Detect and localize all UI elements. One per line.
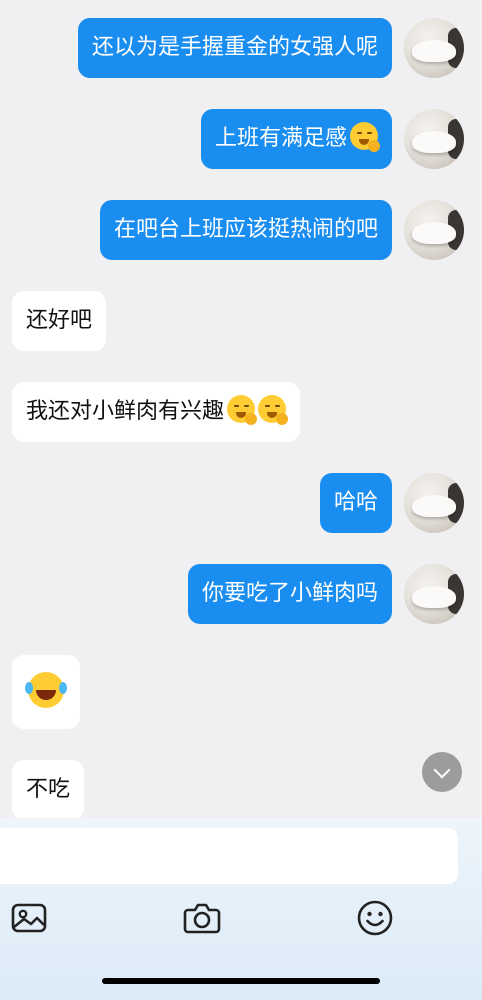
avatar[interactable] [404,18,464,78]
message-input[interactable] [0,828,458,884]
chat-area[interactable]: 还以为是手握重金的女强人呢 上班有满足感 在吧台上班应该挺热闹的吧 还好吧 我还… [0,0,482,818]
message-bubble-received[interactable] [12,655,80,729]
avatar[interactable] [404,109,464,169]
message-text: 哈哈 [333,490,378,515]
message-text: 还好吧 [26,308,93,333]
home-indicator[interactable] [102,978,380,984]
composer-bar [0,818,482,1000]
message-row-sent: 你要吃了小鲜肉吗 [0,564,482,630]
message-bubble-received[interactable]: 不吃 [12,760,85,818]
camera-icon[interactable] [182,898,222,938]
message-row-received: 还好吧 [0,291,482,357]
message-bubble-received[interactable]: 我还对小鲜肉有兴趣 [12,382,301,442]
message-text: 在吧台上班应该挺热闹的吧 [113,217,378,242]
avatar[interactable] [404,200,464,260]
message-bubble-received[interactable]: 还好吧 [12,291,107,351]
thinking-face-emoji-icon [350,122,380,152]
message-text: 还以为是手握重金的女强人呢 [91,35,378,60]
image-icon[interactable] [9,898,49,938]
scroll-to-bottom-button[interactable] [422,752,462,792]
message-bubble-sent[interactable]: 上班有满足感 [200,109,392,169]
message-text: 上班有满足感 [214,126,347,151]
message-row-received [0,655,482,729]
message-bubble-sent[interactable]: 在吧台上班应该挺热闹的吧 [99,200,392,260]
message-bubble-sent[interactable]: 哈哈 [319,473,392,533]
message-row-sent: 还以为是手握重金的女强人呢 [0,18,482,84]
laughing-crying-emoji-icon [25,672,67,708]
message-bubble-sent[interactable]: 你要吃了小鲜肉吗 [187,564,392,624]
message-text: 你要吃了小鲜肉吗 [201,581,378,606]
message-text: 不吃 [26,777,71,802]
avatar[interactable] [404,564,464,624]
message-row-received: 我还对小鲜肉有兴趣 [0,382,482,448]
message-row-sent: 上班有满足感 [0,109,482,175]
thinking-face-emoji-icon [227,395,258,425]
message-row-received: 不吃 [0,760,482,818]
emoji-icon[interactable] [355,898,395,938]
message-bubble-sent[interactable]: 还以为是手握重金的女强人呢 [77,18,392,78]
message-text: 我还对小鲜肉有兴趣 [26,399,225,424]
message-row-sent: 在吧台上班应该挺热闹的吧 [0,200,482,266]
avatar[interactable] [404,473,464,533]
thinking-face-emoji-icon [258,395,289,425]
message-row-sent: 哈哈 [0,473,482,539]
